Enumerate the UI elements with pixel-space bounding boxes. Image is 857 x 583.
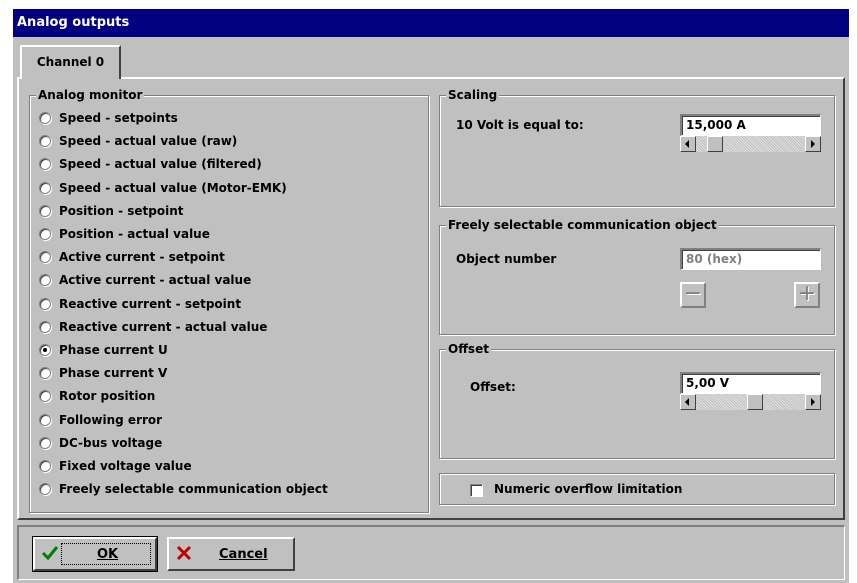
- radio-button[interactable]: [39, 204, 51, 217]
- check-icon: [41, 546, 59, 561]
- radio-option[interactable]: Phase current V: [39, 362, 167, 384]
- object-number-label: Object number: [456, 252, 557, 266]
- analog-outputs-window: Analog outputs Channel 0 Analog monitor …: [12, 8, 849, 583]
- close-icon: [176, 545, 192, 561]
- decrement-button[interactable]: −: [680, 282, 706, 308]
- object-number-field[interactable]: 80 (hex): [680, 248, 821, 270]
- offset-label: Offset:: [470, 380, 516, 394]
- radio-option[interactable]: Freely selectable communication object: [39, 478, 328, 500]
- comm-object-group: Freely selectable communication object O…: [439, 217, 835, 335]
- overflow-checkbox[interactable]: [470, 484, 483, 497]
- scroll-right-icon[interactable]: [805, 136, 821, 152]
- radio-label: Position - setpoint: [59, 203, 184, 218]
- radio-button[interactable]: [39, 413, 51, 426]
- radio-label: Freely selectable communication object: [59, 482, 328, 497]
- button-bar: OK Cancel: [17, 525, 845, 580]
- radio-button[interactable]: [39, 251, 51, 264]
- radio-label: Position - actual value: [59, 227, 210, 241]
- scaling-group: Scaling 10 Volt is equal to: 15,000 A: [439, 87, 835, 207]
- scaling-track[interactable]: [696, 136, 805, 152]
- radio-option[interactable]: Phase current U: [39, 339, 168, 361]
- radio-option[interactable]: Reactive current - setpoint: [39, 293, 241, 315]
- radio-option[interactable]: Rotor position: [39, 385, 155, 407]
- radio-option[interactable]: DC-bus voltage: [39, 432, 162, 454]
- radio-button[interactable]: [39, 274, 51, 287]
- offset-slider-thumb[interactable]: [747, 394, 763, 410]
- scaling-value-field[interactable]: 15,000 A: [680, 114, 821, 136]
- comm-object-title: Freely selectable communication object: [446, 217, 719, 233]
- radio-button[interactable]: [39, 344, 51, 356]
- offset-group: Offset Offset: 5,00 V: [439, 341, 835, 459]
- radio-button[interactable]: [39, 460, 51, 472]
- ok-button[interactable]: OK: [32, 536, 158, 572]
- scaling-title: Scaling: [446, 87, 500, 103]
- radio-option[interactable]: Active current - actual value: [39, 269, 251, 291]
- radio-button[interactable]: [39, 367, 51, 380]
- ok-label: OK: [97, 546, 119, 562]
- offset-title: Offset: [446, 341, 491, 357]
- radio-label: Following error: [59, 412, 163, 427]
- analog-monitor-group: Analog monitor Speed - setpoints Speed - …: [29, 87, 429, 513]
- radio-label: Active current - setpoint: [59, 250, 225, 265]
- radio-button[interactable]: [39, 436, 51, 449]
- scaling-slider-thumb[interactable]: [707, 136, 723, 152]
- radio-option[interactable]: Active current - setpoint: [39, 246, 225, 268]
- radio-label: DC-bus voltage: [59, 435, 163, 450]
- scroll-left-icon[interactable]: [680, 394, 696, 410]
- scroll-right-icon[interactable]: [805, 394, 821, 410]
- radio-label: Phase current U: [59, 343, 168, 357]
- cancel-button[interactable]: Cancel: [167, 537, 295, 571]
- analog-monitor-title: Analog monitor: [36, 87, 145, 103]
- tab-channel-0-label: Channel 0: [36, 55, 105, 69]
- radio-label: Reactive current - actual value: [59, 319, 268, 334]
- radio-option[interactable]: Speed - actual value (raw): [39, 130, 237, 152]
- radio-option[interactable]: Reactive current - actual value: [39, 316, 267, 338]
- radio-button[interactable]: [39, 135, 51, 148]
- radio-label: Fixed voltage value: [59, 459, 192, 473]
- overflow-group: Numeric overflow limitation: [439, 473, 835, 505]
- scroll-left-icon[interactable]: [680, 136, 696, 152]
- cancel-label: Cancel: [219, 546, 268, 562]
- offset-track[interactable]: [696, 394, 805, 410]
- increment-button[interactable]: +: [794, 282, 820, 308]
- radio-label: Active current - actual value: [59, 273, 252, 288]
- radio-button[interactable]: [39, 483, 51, 496]
- radio-label: Speed - actual value (filtered): [59, 157, 262, 172]
- overflow-label[interactable]: Numeric overflow limitation: [494, 482, 682, 496]
- tab-panel: Analog monitor Speed - setpoints Speed - …: [17, 77, 845, 520]
- offset-value-field[interactable]: 5,00 V: [680, 372, 821, 394]
- radio-button[interactable]: [39, 297, 51, 310]
- radio-label: Speed - setpoints: [59, 111, 178, 125]
- radio-option[interactable]: Fixed voltage value: [39, 455, 192, 477]
- radio-label: Phase current V: [59, 366, 168, 381]
- radio-button[interactable]: [39, 181, 51, 194]
- radio-button[interactable]: [39, 158, 51, 171]
- radio-option[interactable]: Speed - actual value (Motor-EMK): [39, 177, 287, 199]
- scaling-label: 10 Volt is equal to:: [456, 118, 584, 132]
- radio-label: Reactive current - setpoint: [59, 296, 242, 311]
- radio-button[interactable]: [39, 228, 51, 240]
- tab-channel-0[interactable]: Channel 0: [20, 45, 121, 79]
- radio-label: Rotor position: [59, 389, 156, 404]
- radio-label: Speed - actual value (raw): [59, 134, 238, 149]
- radio-option[interactable]: Position - actual value: [39, 223, 210, 245]
- radio-label: Speed - actual value (Motor-EMK): [59, 180, 287, 195]
- radio-option[interactable]: Speed - actual value (filtered): [39, 153, 262, 175]
- radio-button[interactable]: [39, 390, 51, 403]
- scaling-scrollbar[interactable]: [680, 136, 821, 152]
- radio-button[interactable]: [39, 112, 51, 124]
- window-title: Analog outputs: [13, 9, 849, 37]
- radio-button[interactable]: [39, 320, 51, 333]
- radio-option[interactable]: Position - setpoint: [39, 200, 184, 222]
- radio-option[interactable]: Speed - setpoints: [39, 107, 178, 129]
- radio-option[interactable]: Following error: [39, 409, 162, 431]
- offset-scrollbar[interactable]: [680, 394, 821, 410]
